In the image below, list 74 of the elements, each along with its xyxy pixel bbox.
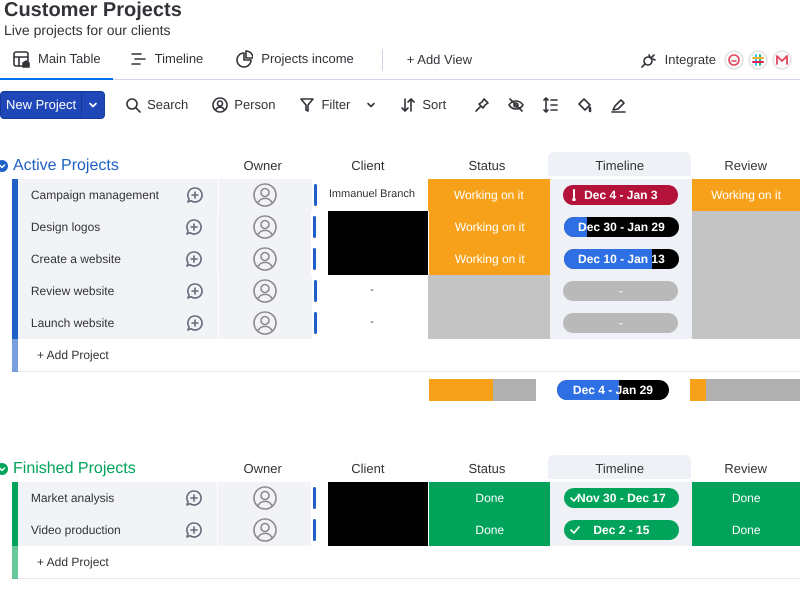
app-icon[interactable] [724,50,744,70]
column-header: Status [468,157,506,175]
client-indicator [314,312,317,334]
sort-icon [400,97,416,113]
column-header: Timeline [595,157,644,175]
client-indicator [313,216,316,238]
status-cell[interactable] [428,274,550,306]
column-header: Review [724,460,767,478]
client-name[interactable]: - [370,314,374,331]
eye-off-icon[interactable] [508,97,524,113]
table-icon [12,50,30,68]
chat-plus-icon[interactable] [185,218,204,236]
column-header: Review [724,157,767,175]
group-title[interactable]: Active Projects [13,156,119,176]
board-subtitle: Live projects for our clients [3,21,172,39]
column-header: Status [468,460,506,478]
search-icon [125,97,142,113]
paint-bucket-icon[interactable] [576,97,592,113]
client-indicator [313,248,316,270]
toolbar-button[interactable]: Sort [396,91,450,119]
avatar-icon[interactable] [252,518,277,542]
timeline-pill[interactable]: Dec 4 - Jan 3 [563,184,678,204]
pie-chart-icon [235,50,254,68]
add-view-button[interactable]: + Add View [394,40,484,80]
mail-icon[interactable] [772,50,792,70]
client-name[interactable]: Immanuel Branch [328,186,416,203]
caret-icon [88,100,98,110]
pin-icon[interactable] [474,97,490,113]
integrate-button[interactable]: Integrate [636,40,720,80]
add-project-button[interactable]: + Add Project [37,553,109,571]
column-header: Owner [244,157,282,175]
status-cell[interactable] [692,210,800,242]
client-indicator [314,280,317,302]
chat-plus-icon[interactable] [186,314,204,332]
person-icon [212,97,228,113]
view-tab[interactable]: Main Table [0,40,113,80]
alert-icon [571,188,578,200]
add-project-button[interactable]: + Add Project [37,346,109,364]
avatar-icon[interactable] [252,486,277,510]
client-indicator [314,184,317,206]
avatar-icon[interactable] [253,310,278,334]
chat-plus-icon[interactable] [185,250,204,268]
column-header: Client [351,460,384,478]
avatar-icon[interactable] [253,182,278,206]
chat-app-icon[interactable] [748,50,768,70]
chat-plus-icon[interactable] [185,520,204,538]
column-header: Owner [244,460,282,478]
view-tab[interactable]: Projects income [219,40,370,80]
pen-icon[interactable] [610,97,626,113]
item-name[interactable]: Design logos [30,218,100,236]
plug-icon [640,52,657,68]
toolbar-button[interactable]: Filter [295,91,380,119]
chat-plus-icon[interactable] [186,282,204,300]
status-cell[interactable] [428,306,550,338]
chat-plus-icon[interactable] [185,488,204,506]
column-header: Client [351,157,384,175]
chat-plus-icon[interactable] [186,186,204,204]
avatar-icon[interactable] [253,278,278,302]
timeline-pill[interactable]: Dec 10 - Jan 13 [564,248,679,268]
toolbar-button[interactable]: Person [208,91,280,119]
column-header: Timeline [595,460,644,478]
avatar-icon[interactable] [252,246,277,270]
filter-icon [299,97,316,113]
client-indicator [313,518,316,540]
client-name[interactable]: - [370,282,374,299]
avatar-icon[interactable] [252,214,277,238]
view-tab[interactable]: Timeline [112,40,220,80]
check-icon [570,524,580,534]
dropdown-button[interactable] [81,92,104,118]
status-cell[interactable] [692,306,800,338]
board-title: Customer Projects [3,0,183,20]
client-indicator [313,486,316,508]
toolbar-button[interactable]: Search [121,91,192,119]
row-height-icon[interactable] [542,97,558,113]
